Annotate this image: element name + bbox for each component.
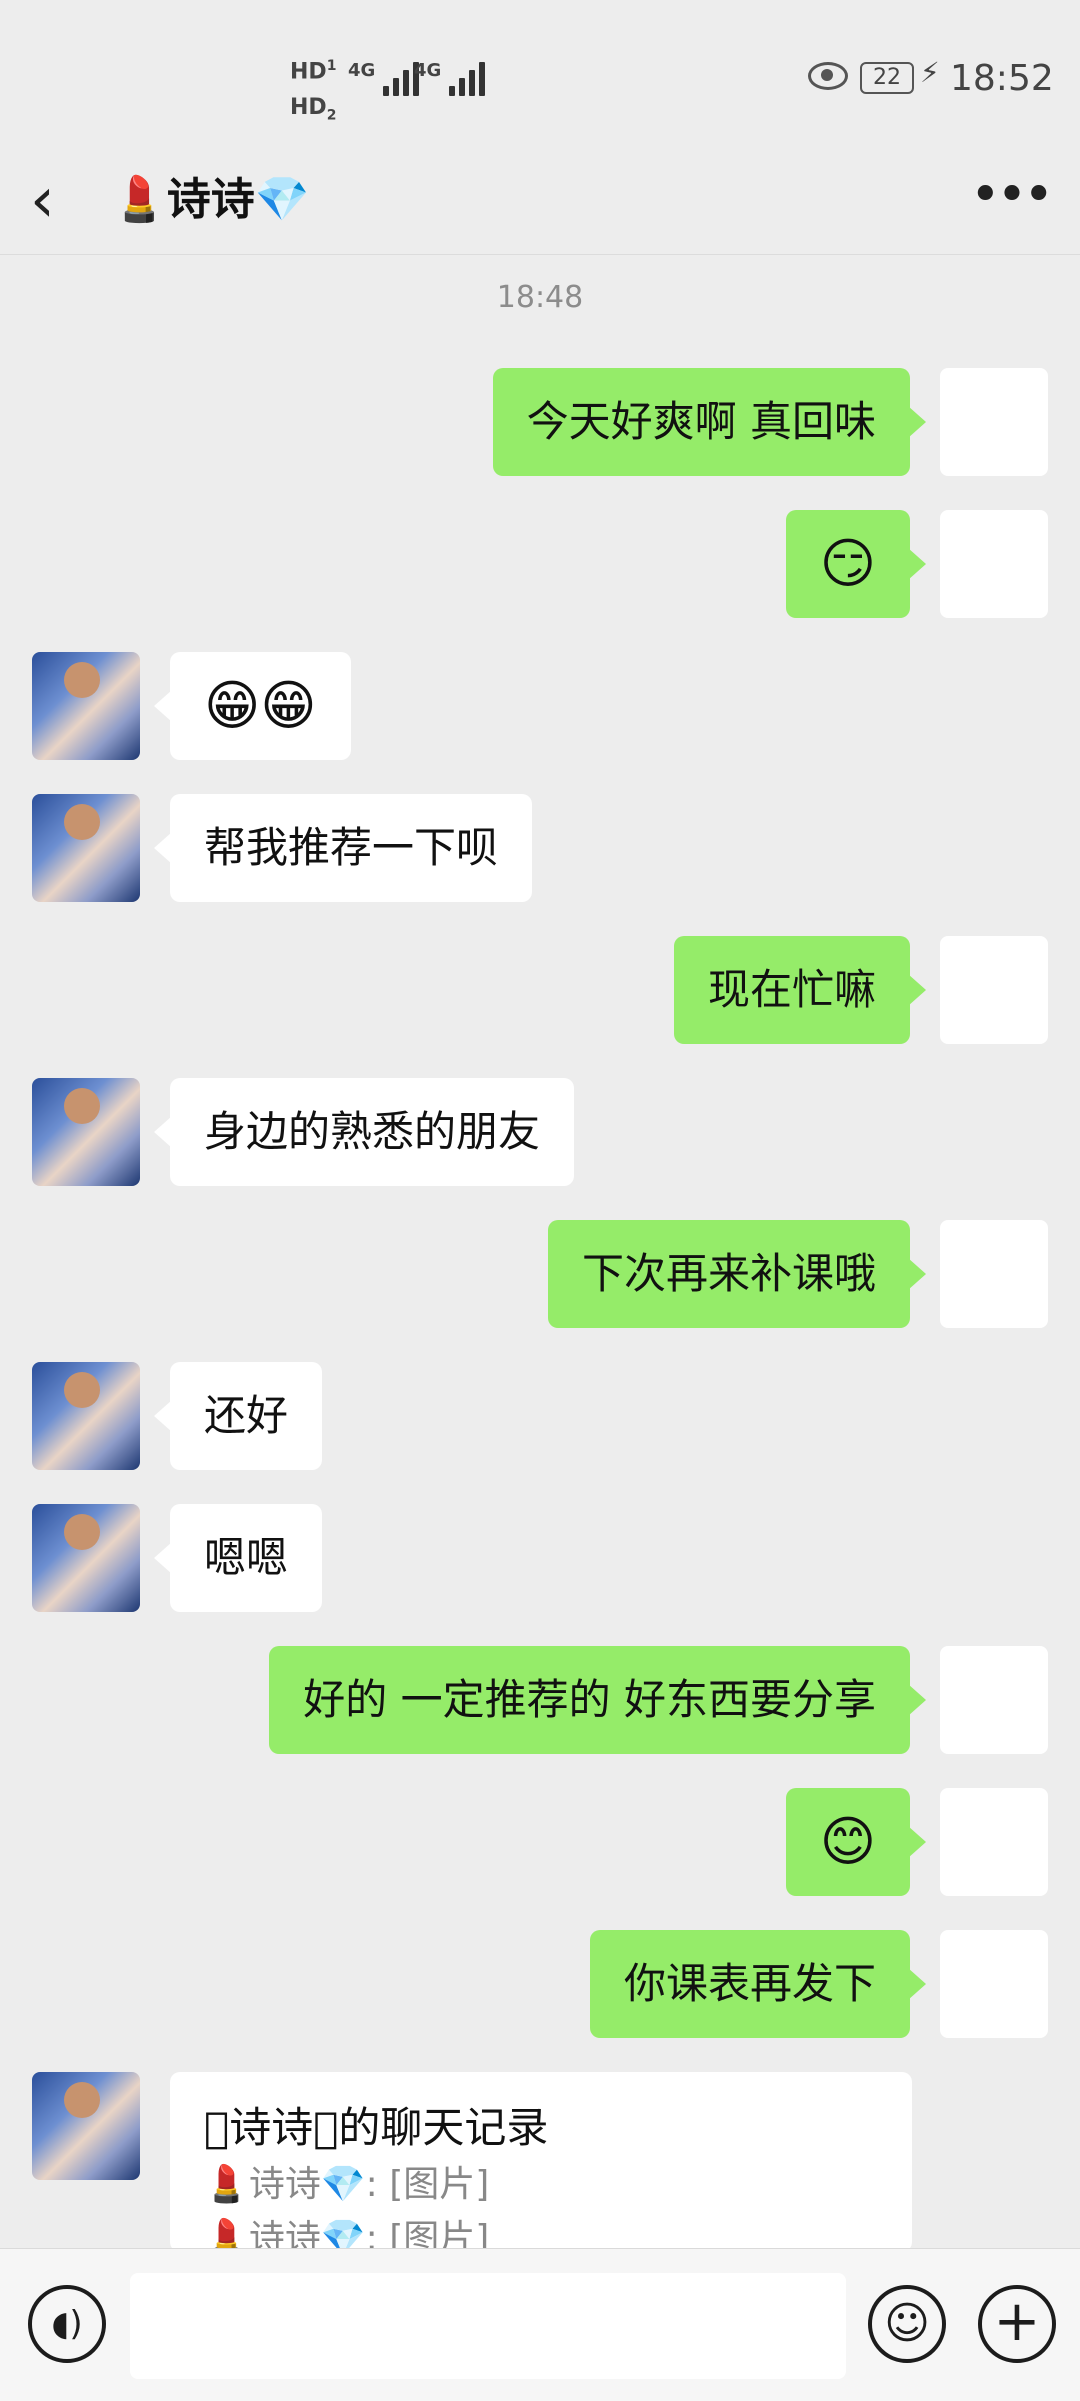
message-timestamp: 18:48 xyxy=(496,280,584,315)
plus-icon[interactable]: + xyxy=(978,2285,1056,2363)
my-avatar[interactable] xyxy=(940,936,1048,1044)
chat-header: ‹ 💄诗诗💎 ••• xyxy=(0,150,1080,255)
status-time: 18:52 xyxy=(950,58,1054,99)
my-avatar[interactable] xyxy=(940,368,1048,476)
sim-indicators: HD1 HD2 xyxy=(290,48,336,134)
smiley-icon[interactable]: ☺ xyxy=(868,2285,946,2363)
network-label-1: 4G xyxy=(348,60,376,81)
outgoing-message[interactable]: 今天好爽啊 真回味 xyxy=(492,368,927,476)
my-avatar[interactable] xyxy=(940,510,1048,618)
outgoing-message[interactable]: 好的 一定推荐的 好东西要分享 xyxy=(269,1646,926,1754)
outgoing-message[interactable]: 😏 xyxy=(785,510,927,618)
message-input[interactable] xyxy=(130,2273,846,2379)
sim2-number: 2 xyxy=(326,107,337,124)
my-avatar[interactable] xyxy=(940,1220,1048,1328)
outgoing-message[interactable]: 你课表再发下 xyxy=(589,1930,927,2038)
chat-record-card[interactable]:  诗诗 的聊天记录 💄诗诗💎: [图片] 💄诗诗💎: [图片] xyxy=(170,2072,912,2252)
battery-icon: 22 xyxy=(860,62,914,94)
contact-avatar[interactable] xyxy=(32,1504,140,1612)
ellipsis-icon[interactable]: ••• xyxy=(970,160,1054,240)
charging-icon: ⚡ xyxy=(920,56,940,89)
outgoing-message[interactable]: 现在忙嘛 xyxy=(673,936,927,1044)
incoming-message[interactable]: 😁😁 xyxy=(154,652,351,760)
sim2-label: HD xyxy=(290,95,327,121)
sim1-number: 1 xyxy=(326,58,337,74)
contact-avatar[interactable] xyxy=(32,652,140,760)
incoming-message[interactable]: 身边的熟悉的朋友 xyxy=(153,1078,575,1186)
network-label-2: 4G xyxy=(414,60,442,81)
incoming-message[interactable]: 还好 xyxy=(153,1362,323,1470)
chat-record-line: 💄诗诗💎: [图片] xyxy=(204,2164,490,2205)
contact-avatar[interactable] xyxy=(32,794,140,902)
my-avatar[interactable] xyxy=(940,1930,1048,2038)
contact-avatar[interactable] xyxy=(32,2072,140,2180)
incoming-message[interactable]: 嗯嗯 xyxy=(153,1504,323,1612)
voice-icon[interactable]: ◖) xyxy=(28,2285,106,2363)
incoming-message[interactable]: 帮我推荐一下呗 xyxy=(153,794,533,902)
eye-icon xyxy=(808,62,848,90)
my-avatar[interactable] xyxy=(940,1646,1048,1754)
status-bar: HD1 HD2 4G 4G 22 ⚡ 18:52 xyxy=(0,0,1080,150)
outgoing-message[interactable]: 😊 xyxy=(785,1788,927,1896)
chevron-left-icon[interactable]: ‹ xyxy=(30,160,90,240)
sim1-label: HD xyxy=(290,59,327,85)
chat-title: 💄诗诗💎 xyxy=(112,174,310,225)
contact-avatar[interactable] xyxy=(32,1362,140,1470)
my-avatar[interactable] xyxy=(940,1788,1048,1896)
signal-icon-1: 4G xyxy=(348,60,420,96)
contact-avatar[interactable] xyxy=(32,1078,140,1186)
input-bar: ◖) ☺ + xyxy=(0,2248,1080,2401)
chat-record-title:  诗诗 的聊天记录 xyxy=(204,2103,549,2152)
chat-record-line: 💄诗诗💎: [图片] xyxy=(204,2218,490,2252)
signal-icon-2: 4G xyxy=(414,60,486,96)
outgoing-message[interactable]: 下次再来补课哦 xyxy=(547,1220,927,1328)
